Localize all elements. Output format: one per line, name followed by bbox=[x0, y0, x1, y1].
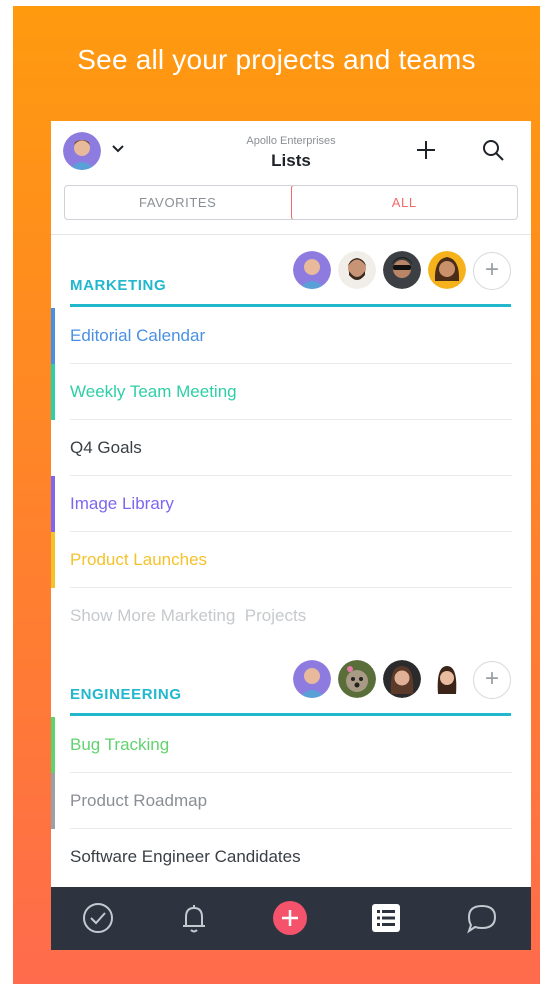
member-avatar[interactable] bbox=[383, 660, 421, 698]
list-item[interactable]: Software Engineer Candidates bbox=[51, 829, 531, 885]
project-name: Q4 Goals bbox=[70, 438, 142, 457]
project-color-bar bbox=[51, 532, 55, 588]
project-name: Editorial Calendar bbox=[70, 326, 206, 345]
project-name: Product Roadmap bbox=[70, 791, 208, 810]
show-more-link[interactable]: Show More Marketing Projects bbox=[51, 588, 531, 644]
list-item[interactable]: Image Library bbox=[51, 476, 531, 532]
list-filter-segmented: FAVORITES ALL bbox=[64, 185, 518, 220]
project-name: Weekly Team Meeting bbox=[70, 382, 237, 401]
section-title: ENGINEERING bbox=[70, 686, 182, 703]
show-more-label: Show More Marketing Projects bbox=[70, 606, 307, 625]
check-icon[interactable] bbox=[80, 900, 116, 936]
project-name: Bug Tracking bbox=[70, 735, 170, 754]
bottom-tab-bar bbox=[51, 887, 531, 950]
list-item[interactable]: Product Launches bbox=[51, 532, 531, 588]
headline: See all your projects and teams bbox=[77, 44, 476, 75]
org-name: Apollo Enterprises bbox=[246, 135, 336, 147]
project-color-bar bbox=[51, 773, 55, 829]
add-member-button[interactable]: + bbox=[473, 252, 511, 290]
member-avatar[interactable] bbox=[338, 660, 376, 698]
list-item[interactable]: Editorial Calendar bbox=[51, 308, 531, 364]
project-color-bar bbox=[51, 308, 55, 364]
section-title: MARKETING bbox=[70, 277, 167, 294]
list-icon[interactable] bbox=[368, 900, 404, 936]
search-icon[interactable] bbox=[481, 138, 505, 162]
project-name: Software Engineer Candidates bbox=[70, 847, 301, 866]
list-item[interactable]: Weekly Team Meeting bbox=[51, 364, 531, 420]
project-name: Image Library bbox=[70, 494, 174, 513]
list-item[interactable]: Bug Tracking bbox=[51, 717, 531, 773]
member-avatar[interactable] bbox=[293, 251, 331, 289]
member-avatar[interactable] bbox=[338, 251, 376, 289]
section-divider bbox=[70, 304, 511, 307]
member-avatar[interactable] bbox=[383, 251, 421, 289]
chat-icon[interactable] bbox=[464, 900, 500, 936]
project-color-bar bbox=[51, 717, 55, 773]
section-divider bbox=[70, 713, 511, 716]
tab-all[interactable]: ALL bbox=[290, 186, 517, 219]
plus-icon[interactable] bbox=[414, 138, 438, 162]
add-icon[interactable] bbox=[272, 900, 308, 936]
project-name: Product Launches bbox=[70, 550, 208, 569]
bell-icon[interactable] bbox=[176, 900, 212, 936]
list-item[interactable]: Q4 Goals bbox=[51, 420, 531, 476]
member-avatar[interactable] bbox=[428, 251, 466, 289]
project-color-bar bbox=[51, 364, 55, 420]
phone-screen: Apollo Enterprises Lists FAVORITES ALL +… bbox=[51, 121, 531, 950]
page-title: Lists bbox=[271, 151, 311, 170]
member-avatar[interactable] bbox=[428, 660, 466, 698]
add-member-button[interactable]: + bbox=[473, 661, 511, 699]
member-avatar[interactable] bbox=[293, 660, 331, 698]
list-item[interactable]: Product Roadmap bbox=[51, 773, 531, 829]
project-color-bar bbox=[51, 476, 55, 532]
top-bar: Apollo Enterprises Lists FAVORITES ALL bbox=[51, 121, 531, 235]
tab-favorites[interactable]: FAVORITES bbox=[65, 186, 291, 219]
